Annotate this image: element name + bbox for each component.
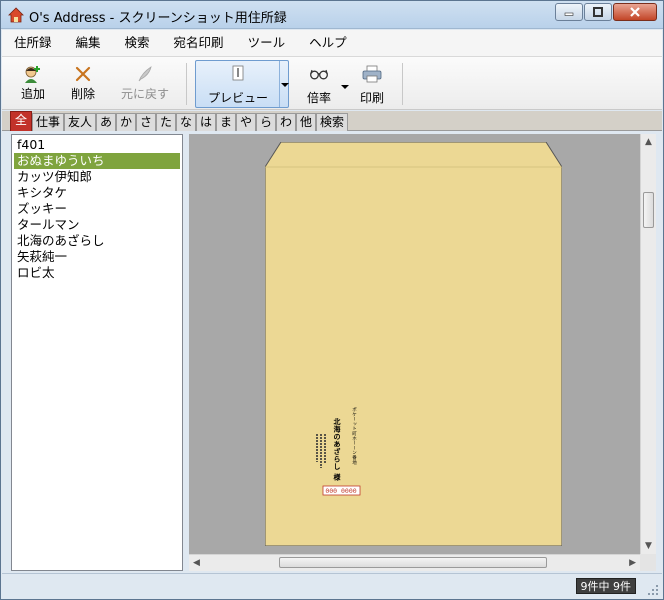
toolbar-separator [186,63,187,105]
scroll-up-icon[interactable]: ▲ [645,137,652,147]
tab-ya[interactable]: や [236,113,256,131]
tab-wa[interactable]: わ [276,113,296,131]
app-window: O's Address - スクリーンショット用住所録 住所録 編集 検索 宛名… [0,0,664,600]
scroll-thumb[interactable] [279,557,547,568]
glasses-icon [310,69,328,80]
horizontal-scrollbar[interactable]: ◀ ▶ [189,554,640,571]
zoom-label: 倍率 [306,91,331,105]
record-count: 9件中 9件 [575,578,636,594]
preview-page-icon [232,65,244,81]
add-label: 追加 [20,87,45,101]
title-bar[interactable]: O's Address - スクリーンショット用住所録 [1,1,663,29]
menu-help[interactable]: ヘルプ [297,30,359,56]
menu-address-book[interactable]: 住所録 [2,30,64,56]
add-button[interactable]: 追加 [12,61,54,107]
tab-ta[interactable]: た [156,113,176,131]
tab-a[interactable]: あ [96,113,116,131]
contact-list[interactable]: f401 おぬまゆういち カッツ伊知郎 キシタケ ズッキー タールマン 北海のあ… [11,134,183,571]
maximize-icon [593,7,603,17]
tab-friends[interactable]: 友人 [64,113,96,131]
window-title: O's Address - スクリーンショット用住所録 [29,11,287,26]
envelope-preview: ポケーット町ホーーン番地 北海のあざらし 様 000 0000 [265,142,562,546]
list-item[interactable]: キシタケ [12,185,182,201]
tab-na[interactable]: な [176,113,196,131]
undo-label: 元に戻す [120,87,169,101]
list-item[interactable]: ズッキー [12,201,182,217]
toolbar: 追加 削除 元に戻す プレビュー 倍率 印刷 [2,56,662,110]
feather-icon [138,66,152,82]
tab-ma[interactable]: ま [216,113,236,131]
undo-button[interactable]: 元に戻す [114,61,176,107]
recipient-name: 北海のあざらし 様 [333,417,342,481]
delete-label: 削除 [70,87,95,101]
vertical-scrollbar[interactable]: ▲ ▼ [640,134,656,554]
delete-x-icon [75,66,91,82]
minimize-button[interactable] [555,3,583,21]
list-item[interactable]: カッツ伊知郎 [12,169,182,185]
tab-ha[interactable]: は [196,113,216,131]
tab-ka[interactable]: か [116,113,136,131]
add-person-icon [25,66,40,83]
printer-icon [362,65,382,83]
scroll-right-icon[interactable]: ▶ [629,558,636,568]
print-label: 印刷 [359,91,384,105]
list-item[interactable]: f401 [12,137,182,153]
tab-search[interactable]: 検索 [316,113,348,131]
tab-work[interactable]: 仕事 [32,113,64,131]
list-item[interactable]: 北海のあざらし [12,233,182,249]
minimize-icon [564,12,574,16]
house-icon [8,7,24,23]
resize-grip-icon[interactable] [647,584,659,596]
caption-buttons [555,3,657,21]
list-item[interactable]: 矢萩純一 [12,249,182,265]
scroll-down-icon[interactable]: ▼ [645,541,652,551]
index-tabs: 全 仕事 友人 あ か さ た な は ま や ら わ 他 検索 [2,111,662,131]
address-line: ポケーット町ホーーン番地 [352,407,357,465]
maximize-button[interactable] [584,3,612,21]
preview-label: プレビュー [207,91,268,105]
preview-button[interactable]: プレビュー [195,60,289,108]
tab-other[interactable]: 他 [296,113,316,131]
chevron-down-icon [281,83,289,87]
menu-edit[interactable]: 編集 [64,30,113,56]
menu-tools[interactable]: ツール [236,30,298,56]
delete-button[interactable]: 削除 [62,61,104,107]
tab-all[interactable]: 全 [10,111,32,131]
chevron-down-icon[interactable] [341,85,349,89]
print-button[interactable]: 印刷 [354,61,390,107]
close-icon [630,7,640,17]
postal-code: 000 0000 [325,487,356,495]
tab-ra[interactable]: ら [256,113,276,131]
scroll-left-icon[interactable]: ◀ [193,558,200,568]
list-item-selected[interactable]: おぬまゆういち [14,153,180,169]
list-item[interactable]: ロビ太 [12,265,182,281]
toolbar-separator [402,63,403,105]
status-bar: 9件中 9件 [2,573,662,599]
tab-sa[interactable]: さ [136,113,156,131]
menu-bar: 住所録 編集 検索 宛名印刷 ツール ヘルプ [2,30,662,56]
menu-address-print[interactable]: 宛名印刷 [162,30,236,56]
scroll-thumb[interactable] [643,192,654,228]
menu-search[interactable]: 検索 [113,30,162,56]
close-button[interactable] [613,3,657,21]
list-item[interactable]: タールマン [12,217,182,233]
scroll-corner [640,554,656,571]
preview-dropdown[interactable] [279,61,289,107]
zoom-button[interactable]: 倍率 [299,61,353,107]
